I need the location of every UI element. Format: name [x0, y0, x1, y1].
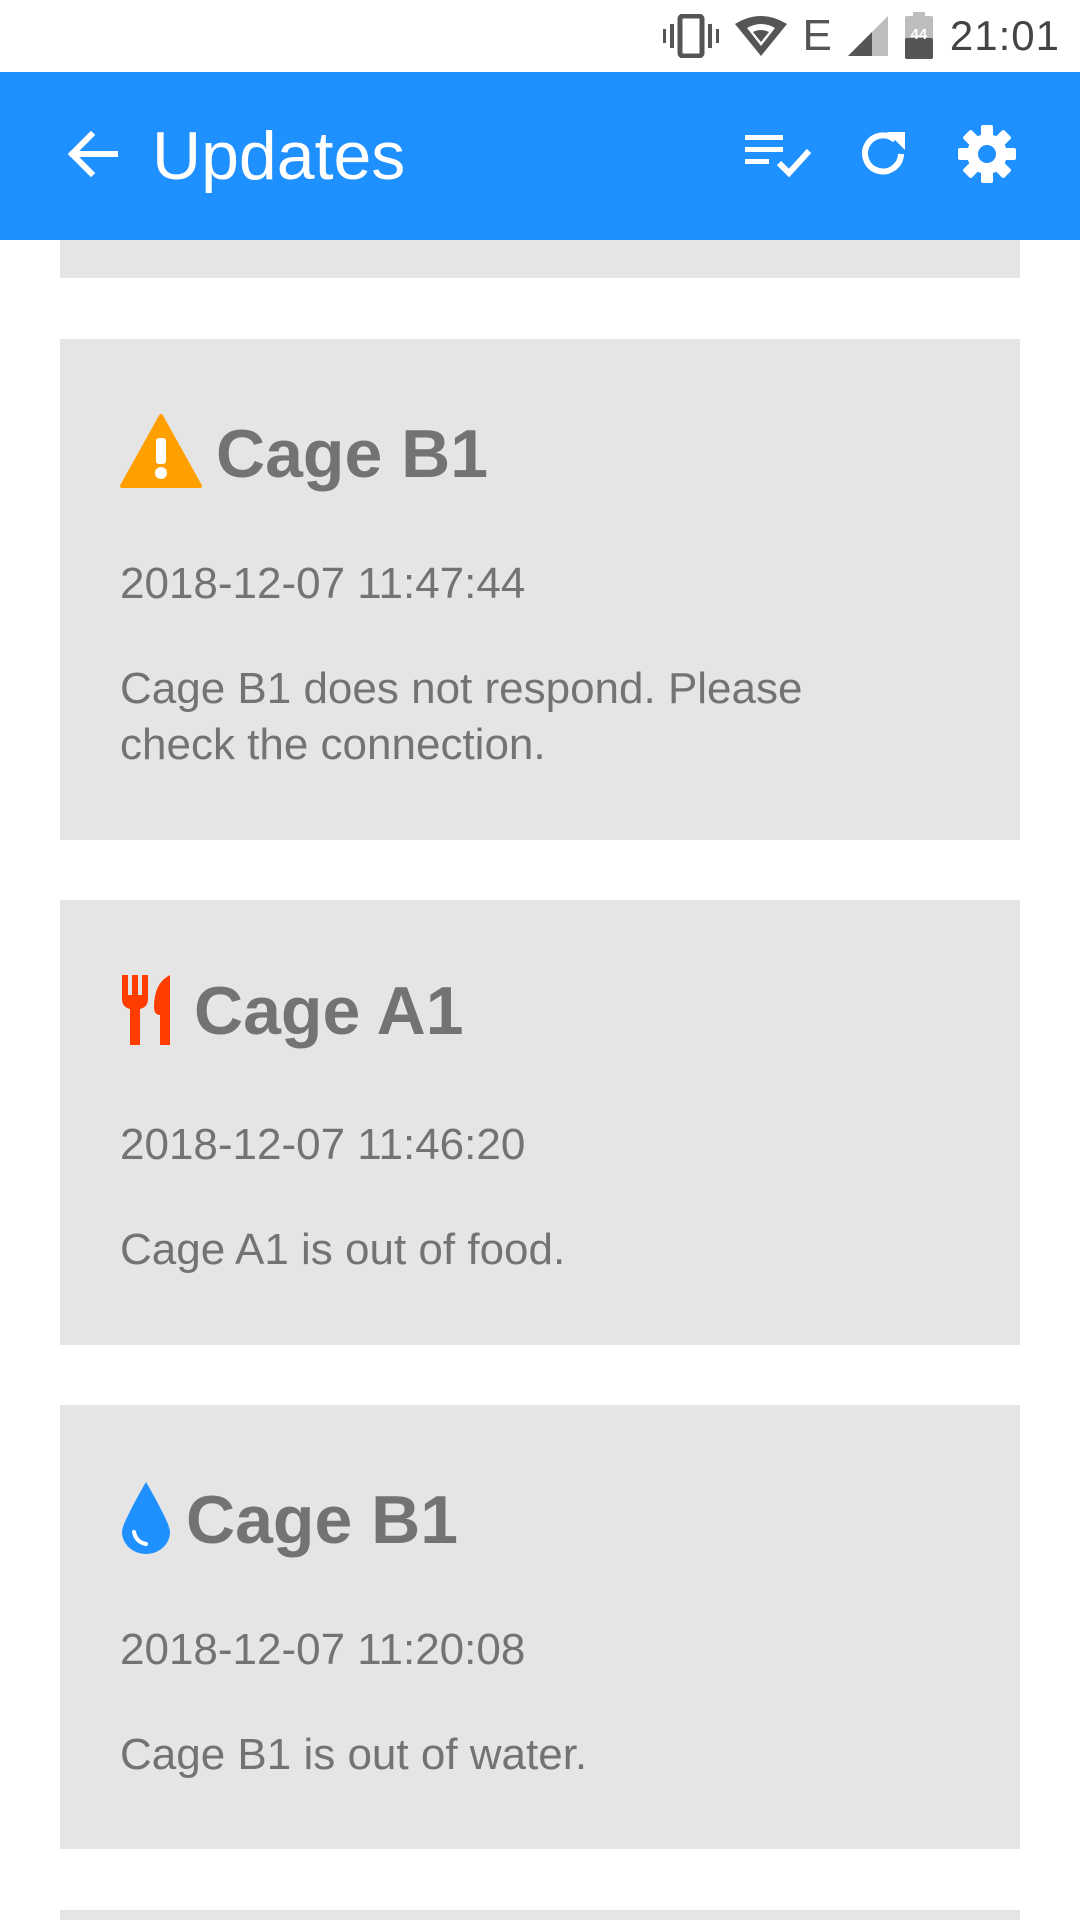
battery-level: 44 [910, 26, 928, 43]
update-card[interactable]: Cage B1 2018-12-07 11:47:44 Cage B1 does… [60, 339, 1020, 840]
wifi-icon [733, 14, 789, 58]
food-icon [120, 973, 180, 1050]
battery-icon: 44 [904, 12, 934, 60]
update-timestamp: 2018-12-07 11:20:08 [120, 1625, 526, 1674]
settings-icon [956, 123, 1018, 190]
status-bar: E 44 21:01 [0, 0, 1080, 72]
back-button[interactable] [62, 126, 122, 186]
update-timestamp: 2018-12-07 11:47:44 [120, 559, 526, 608]
update-message: Cage B1 is out of water. [120, 1730, 588, 1779]
refresh-icon [855, 126, 911, 187]
update-title: Cage A1 [194, 973, 464, 1049]
update-title: Cage B1 [186, 1481, 459, 1558]
updates-list[interactable]: Cage B1 2018-12-07 11:47:44 Cage B1 does… [0, 240, 1080, 1920]
mark-all-read-icon [745, 129, 813, 184]
update-message: Cage A1 is out of food. [120, 1225, 566, 1274]
update-card-partial[interactable] [60, 240, 1020, 278]
update-card[interactable]: Cage A1 2018-12-07 11:46:20 Cage A1 is o… [60, 900, 1020, 1345]
refresh-button[interactable] [848, 121, 918, 191]
clock: 21:01 [949, 12, 1060, 59]
update-message: Cage B1 does not respond. Please check t… [120, 664, 803, 769]
mark-all-read-button[interactable] [744, 121, 814, 191]
page-title: Updates [152, 118, 406, 194]
settings-button[interactable] [952, 121, 1022, 191]
warning-icon [120, 414, 202, 493]
update-card[interactable]: Cage B1 2018-12-07 11:20:08 Cage B1 is o… [60, 1405, 1020, 1849]
update-timestamp: 2018-12-07 11:46:20 [120, 1120, 526, 1169]
back-arrow-icon [65, 127, 119, 186]
update-title: Cage B1 [216, 415, 489, 492]
update-card-partial[interactable] [60, 1910, 1020, 1920]
network-type-label: E [802, 11, 832, 60]
vibrate-icon [662, 14, 719, 58]
app-bar: Updates [0, 72, 1080, 240]
water-drop-icon [120, 1480, 172, 1559]
signal-icon [846, 14, 890, 58]
